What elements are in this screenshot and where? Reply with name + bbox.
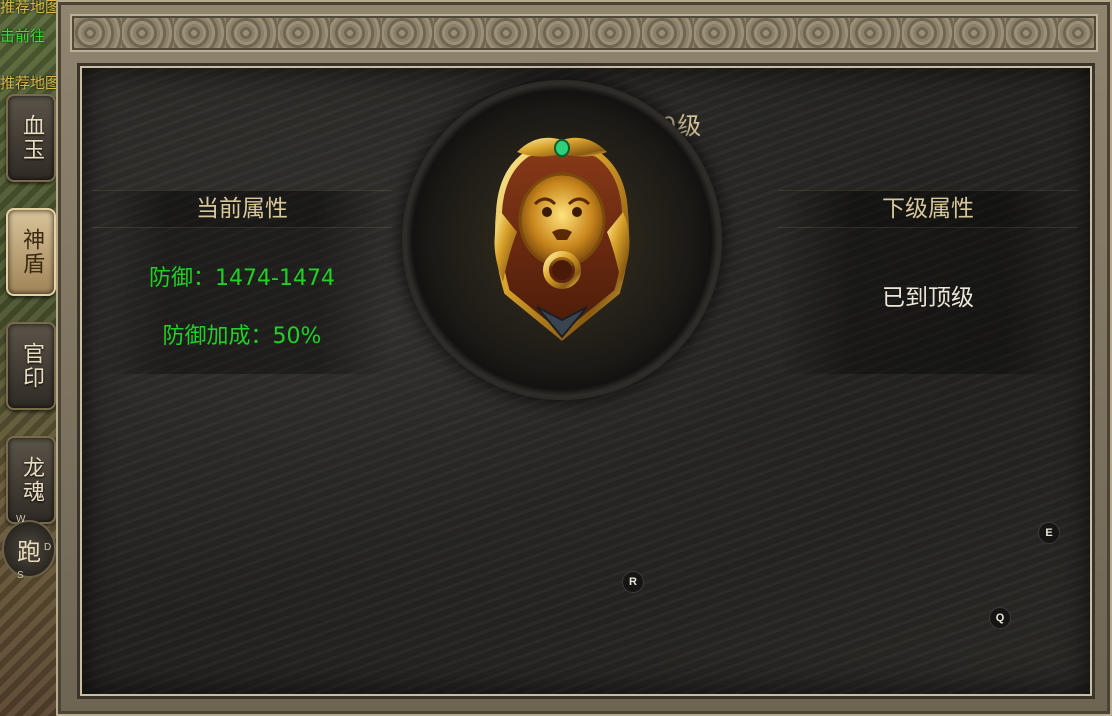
tab-blood-jade-label: 血玉: [19, 114, 44, 162]
go-to-hint[interactable]: 击前往: [0, 25, 45, 46]
tab-divine-shield-label: 神盾: [19, 228, 44, 276]
divine-shield-panel: 当前神盾等级：50级 当前属性 防御：1474-1474 防御加成：50% 下级…: [56, 0, 1112, 716]
golden-lion-shield-icon[interactable]: [487, 132, 637, 342]
run-key-w: W: [16, 514, 26, 525]
current-attributes-body: 防御：1474-1474 防御加成：50%: [92, 228, 392, 374]
decorative-frieze: [70, 14, 1098, 52]
tab-divine-shield[interactable]: 神盾: [6, 208, 56, 296]
key-hint-q: Q: [989, 607, 1011, 629]
tab-dragon-soul-label: 龙魂: [19, 456, 44, 504]
run-button-label: 跑: [17, 537, 41, 566]
defense-bonus-value: 防御加成：50%: [162, 324, 322, 349]
game-world-background: 推荐地图 击前往 推荐地图 血玉 神盾 官印 龙魂 跑 W D S: [0, 0, 60, 716]
tab-blood-jade[interactable]: 血玉: [6, 94, 56, 182]
recommended-map-hint[interactable]: 推荐地图: [0, 0, 60, 17]
key-hint-e: E: [1038, 522, 1060, 544]
defense-value: 防御：1474-1474: [149, 266, 335, 291]
recommended-map-hint-2[interactable]: 推荐地图: [0, 72, 60, 93]
tab-official-seal[interactable]: 官印: [6, 322, 56, 410]
current-attributes-header: 当前属性: [92, 190, 392, 228]
next-attributes-body: 已到顶级: [778, 228, 1078, 374]
tab-dragon-soul[interactable]: 龙魂: [6, 436, 56, 524]
max-level-status: 已到顶级: [882, 285, 974, 311]
run-key-d: D: [44, 542, 52, 553]
tab-official-seal-label: 官印: [19, 342, 44, 390]
next-attributes-header: 下级属性: [778, 190, 1078, 228]
run-key-s: S: [17, 570, 24, 581]
key-hint-r: R: [622, 571, 644, 593]
